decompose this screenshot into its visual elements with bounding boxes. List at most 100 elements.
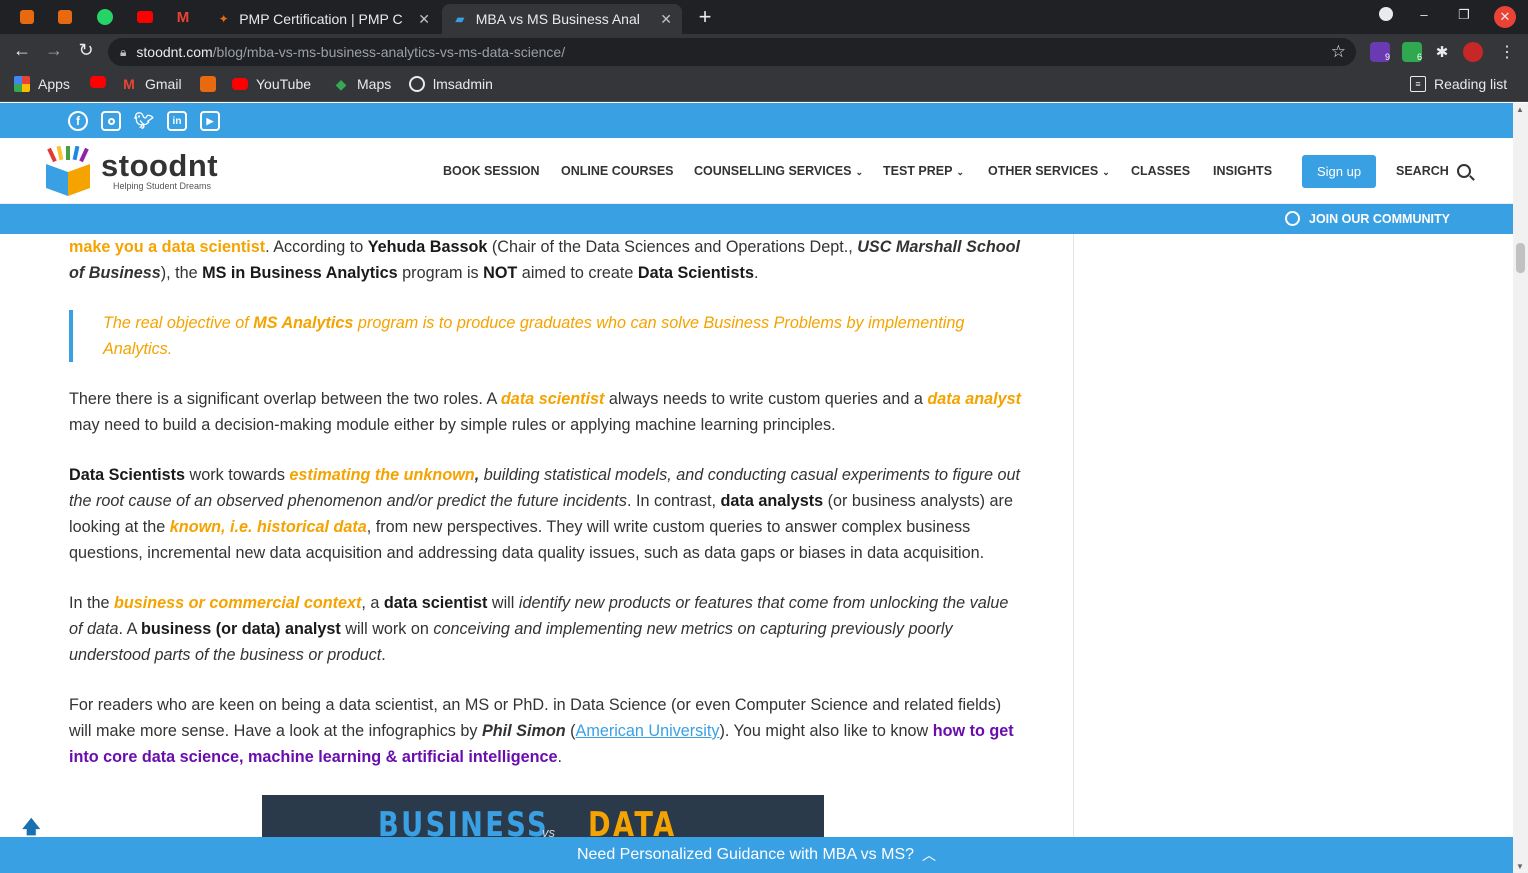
back-arrow-icon[interactable]: ← [10,40,34,61]
american-university-link[interactable]: American University [576,722,720,740]
tab-search-icon[interactable] [1376,7,1396,24]
scrollbar-thumb[interactable] [1516,243,1525,273]
nav-other-services[interactable]: OTHER SERVICES ⌄ [988,164,1110,178]
nav-label: TEST PREP [883,164,953,178]
chevron-down-icon: ⌄ [956,167,965,177]
scroll-down-arrow-icon[interactable]: ▼ [1516,862,1524,871]
nav-classes[interactable]: CLASSES [1131,164,1190,178]
highlight-text: make you a data scientist [69,238,266,256]
guidance-label: Need Personalized Guidance with MBA vs M… [576,846,915,863]
pinned-tab-gmail[interactable]: M [168,6,198,28]
text: In the [69,594,114,612]
nav-insights[interactable]: INSIGHTS [1213,164,1272,178]
highlight-text: data analyst [927,390,1021,408]
community-label: JOIN OUR COMMUNITY [1309,211,1450,226]
nav-counselling-services[interactable]: COUNSELLING SERVICES ⌄ [694,164,863,178]
chevron-down-icon: ⌄ [855,167,863,177]
reading-list-button[interactable]: ≡ Reading list [1410,76,1507,92]
highlight-text: known, i.e. historical data [169,518,367,536]
text: program is [397,264,484,282]
pinned-tab-whatsapp[interactable] [90,6,120,28]
youtube-icon[interactable]: ▶ [200,111,220,131]
tab-mba-vs-ms[interactable]: ▰ MBA vs MS Business Anal ✕ [442,4,682,34]
text: . According to [265,238,368,256]
text: ( [565,722,576,740]
nav-label: INSIGHTS [1213,164,1273,178]
bookmark-gmail[interactable]: M Gmail [121,76,182,92]
puzzle-extensions-icon[interactable]: ✱ [1432,42,1452,62]
new-tab-plus-icon[interactable]: + [694,6,716,28]
nav-label: OTHER SERVICES [988,164,1099,178]
bookmark-youtube-icon-only[interactable] [90,76,114,88]
nav-book-session[interactable]: BOOK SESSION [443,164,540,178]
close-icon[interactable]: ✕ [418,11,430,28]
nav-label: COUNSELLING SERVICES [694,164,852,178]
chevron-up-icon: ︿ [922,847,937,863]
highlight-text: estimating the unknown [289,466,475,484]
text: aimed to create [517,264,638,282]
paragraph: Data Scientists work towards estimating … [69,462,1021,566]
infographic-left-title: BUSINESS [378,805,550,837]
nav-test-prep[interactable]: TEST PREP ⌄ [883,164,964,178]
facebook-icon[interactable]: f [68,111,88,131]
quote-text: The real objective of [103,314,254,332]
article-body: make you a data scientist. According to … [69,234,1021,794]
site-header: stoodnt Helping Student Dreams BOOK SESS… [0,138,1513,204]
sidebar-divider [1073,234,1074,837]
extension-badge: 9 [1384,52,1390,62]
close-icon[interactable]: ✕ [660,11,672,28]
forward-arrow-icon[interactable]: → [42,40,66,61]
guidance-bar[interactable]: Need Personalized Guidance with MBA vs M… [0,837,1513,873]
linkedin-icon[interactable]: in [167,111,187,131]
user-circle-icon [1285,211,1300,226]
page-scrollbar[interactable]: ▲ ▼ [1513,103,1528,873]
blockquote: The real objective of MS Analytics progr… [69,310,1021,362]
site-logo[interactable]: stoodnt Helping Student Dreams [42,146,218,196]
address-bar[interactable]: 🔒︎ stoodnt.com /blog/mba-vs-ms-business-… [108,38,1356,66]
bookmark-label: lmsadmin [433,76,493,92]
nav-online-courses[interactable]: ONLINE COURSES [561,164,674,178]
bold-text: NOT [483,264,518,282]
logo-tagline: Helping Student Dreams [113,181,212,191]
search-button[interactable]: SEARCH [1396,164,1471,178]
maximize-icon[interactable]: ❐ [1454,7,1474,23]
bookmark-lmsadmin[interactable]: lmsadmin [409,76,493,92]
bookmark-stoodnt-icon-only[interactable] [200,76,224,92]
bookmark-apps[interactable]: Apps [14,76,70,92]
pinned-tab-youtube[interactable] [130,6,160,28]
text: will [487,594,519,612]
bookmark-label: Apps [38,76,70,92]
bold-italic-text: Phil Simon [481,722,566,740]
profile-avatar[interactable] [1463,42,1483,62]
text: . In contrast, [626,492,721,510]
browser-toolbar: ← → ↻ 🔒︎ stoodnt.com /blog/mba-vs-ms-bus… [0,34,1528,70]
tab-pmp-certification[interactable]: ✦ PMP Certification | PMP C ✕ [206,4,440,34]
pinned-tab-stoodnt-2[interactable] [50,6,80,28]
paragraph: There there is a significant overlap bet… [69,386,1021,438]
join-community-link[interactable]: JOIN OUR COMMUNITY [1285,211,1450,226]
gmail-icon: M [123,76,135,92]
nav-label: BOOK SESSION [443,164,540,178]
text: . [753,264,759,282]
bold-text: business (or data) analyst [141,620,341,638]
bookmark-youtube[interactable]: YouTube [232,76,311,92]
minimize-icon[interactable]: – [1414,7,1434,22]
menu-kebab-icon[interactable]: ⋮ [1497,42,1517,62]
extension-shield-icon[interactable]: 6 [1402,42,1422,62]
bookmark-maps[interactable]: ◆ Maps [333,76,392,93]
bookmark-label: YouTube [256,76,312,92]
stoodnt-favicon-icon [200,76,216,92]
bold-text: MS in Business Analytics [202,264,398,282]
extension-icon[interactable]: 9 [1370,42,1390,62]
globe-icon [409,76,425,92]
scroll-up-arrow-icon[interactable]: ▲ [1516,105,1524,114]
pinned-tab-stoodnt[interactable] [12,6,42,28]
bookmark-star-icon[interactable]: ☆ [1331,42,1346,62]
close-window-icon[interactable]: ✕ [1494,6,1516,28]
twitter-icon[interactable]: 🐦︎ [134,111,154,131]
search-label: SEARCH [1396,164,1449,178]
instagram-icon[interactable] [101,111,121,131]
bookmark-label: Gmail [145,76,182,92]
reload-icon[interactable]: ↻ [74,40,98,61]
signup-button[interactable]: Sign up [1302,155,1376,188]
